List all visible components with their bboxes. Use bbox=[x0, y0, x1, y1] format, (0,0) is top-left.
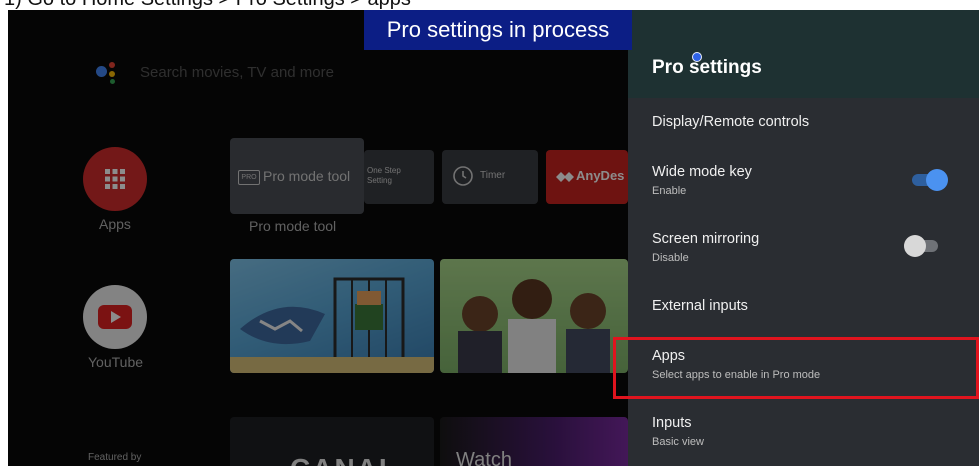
menu-item-title: Display/Remote controls bbox=[652, 114, 810, 130]
wide-mode-key-toggle[interactable] bbox=[912, 169, 952, 191]
apps-button[interactable] bbox=[83, 147, 147, 211]
toggle-knob-on bbox=[926, 169, 948, 191]
tv-home-screen: Search movies, TV and more Apps YouTube … bbox=[8, 10, 628, 466]
menu-item-title: Inputs bbox=[652, 415, 692, 431]
one-step-setting-tile[interactable]: One Step Setting bbox=[364, 150, 434, 204]
timer-label: Timer bbox=[480, 170, 506, 181]
video-thumbnail-people[interactable] bbox=[440, 259, 628, 373]
instruction-caption: 1) Go to Home Settings > Pro Settings > … bbox=[0, 0, 979, 10]
youtube-button[interactable] bbox=[83, 285, 147, 349]
focus-indicator-icon bbox=[692, 52, 702, 62]
instruction-text: 1) Go to Home Settings > Pro Settings > … bbox=[4, 0, 411, 9]
youtube-icon bbox=[98, 305, 132, 329]
pro-mode-tool-tile-label: Pro mode tool bbox=[263, 168, 351, 184]
pro-mode-tool-tile[interactable]: PRO Pro mode tool bbox=[230, 138, 364, 214]
screen-mirroring-toggle[interactable] bbox=[904, 235, 944, 257]
menu-item-subtitle: Basic view bbox=[652, 436, 704, 448]
anydesk-icon bbox=[556, 172, 574, 182]
banner-text: Pro settings in process bbox=[386, 17, 610, 42]
timer-icon bbox=[453, 166, 473, 186]
anydesk-label: AnyDes bbox=[576, 168, 625, 183]
shark-cage-illustration bbox=[230, 277, 434, 373]
pro-settings-banner: Pro settings in process bbox=[364, 10, 632, 50]
video-thumbnail-shark[interactable] bbox=[230, 259, 434, 373]
anydesk-tile[interactable]: AnyDes bbox=[546, 150, 628, 204]
menu-item-display-remote-controls[interactable]: Display/Remote controls bbox=[652, 114, 962, 130]
youtube-label: YouTube bbox=[88, 354, 144, 370]
google-assistant-icon[interactable] bbox=[96, 60, 122, 84]
menu-item-title: External inputs bbox=[652, 298, 748, 314]
panel-title: Pro settings bbox=[652, 57, 762, 78]
search-placeholder: Search movies, TV and more bbox=[140, 63, 334, 81]
pro-badge-icon: PRO bbox=[238, 170, 260, 185]
apps-grid-icon bbox=[105, 169, 125, 189]
apps-label: Apps bbox=[99, 216, 131, 232]
people-illustration bbox=[458, 279, 610, 373]
canal-tile[interactable]: CANAL bbox=[230, 417, 434, 466]
menu-item-inputs[interactable]: Inputs Basic view bbox=[652, 415, 962, 448]
watch-label: Watch bbox=[456, 449, 512, 466]
pro-mode-tool-caption: Pro mode tool bbox=[249, 218, 337, 234]
search-bar[interactable]: Search movies, TV and more bbox=[96, 60, 334, 84]
watch-tile[interactable]: Watch bbox=[440, 417, 628, 466]
panel-header: Pro settings bbox=[628, 10, 979, 98]
toggle-knob-off bbox=[904, 235, 926, 257]
canal-label: CANAL bbox=[290, 453, 398, 466]
timer-tile[interactable]: Timer bbox=[442, 150, 538, 204]
apps-highlight-box bbox=[613, 337, 979, 399]
menu-item-external-inputs[interactable]: External inputs bbox=[652, 298, 962, 314]
one-step-setting-label: One Step Setting bbox=[367, 166, 401, 185]
featured-label: Featured by bbox=[88, 452, 142, 463]
